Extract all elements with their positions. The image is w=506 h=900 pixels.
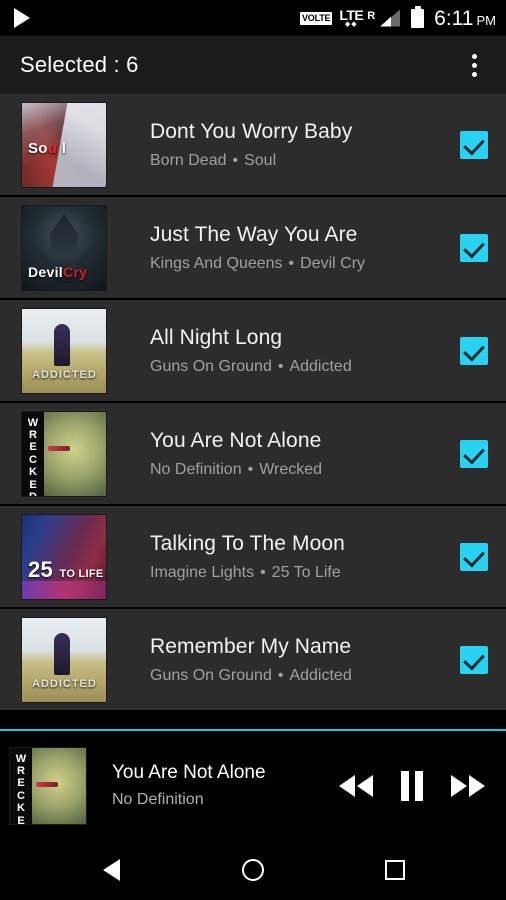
separator-dot: • (260, 563, 266, 581)
clock-ampm: PM (476, 12, 497, 28)
song-checkbox[interactable] (460, 439, 488, 468)
album-art: Sou l (22, 102, 106, 187)
song-album: Devil Cry (300, 254, 366, 272)
song-album: Soul (244, 151, 277, 169)
lte-label: LTE (339, 7, 364, 23)
song-album: Addicted (289, 666, 352, 684)
song-info: Remember My Name Guns On Ground • Addicted (106, 635, 454, 685)
now-playing-title: You Are Not Alone (112, 762, 266, 784)
home-circle-icon[interactable] (223, 840, 283, 900)
song-row[interactable]: 25 TO LIFE Talking To The Moon Imagine Lig… (0, 506, 506, 609)
separator-dot: • (277, 357, 284, 375)
song-artist: Imagine Lights (150, 563, 255, 581)
playback-controls (336, 770, 492, 802)
song-checkbox[interactable] (460, 542, 488, 571)
app-bar: Selected : 6 (0, 36, 506, 94)
album-art-label: ADDICTED (32, 368, 97, 381)
clock-time: 6:11 (434, 6, 474, 30)
song-info: Just The Way You Are Kings And Queens • Dev… (106, 223, 454, 273)
album-art: ADDICTED (22, 617, 106, 702)
pause-icon[interactable] (398, 770, 426, 802)
album-art-label: Sou l (28, 139, 67, 157)
song-subtitle: Born Dead • Soul (150, 152, 446, 170)
status-bar-clock: 6:11 PM (434, 8, 496, 29)
song-subtitle: Guns On Ground • Addicted (150, 667, 446, 685)
now-playing-album-art: W R E C K E D (10, 747, 86, 824)
signal-bars-icon (380, 9, 401, 27)
status-bar-right: VOLTE LTE ◆◆ R 6:11 PM (299, 5, 496, 29)
album-art: DevilCry (22, 205, 106, 290)
status-bar-left (14, 8, 30, 28)
volte-icon: VOLTE (299, 11, 333, 25)
fast-forward-icon[interactable] (448, 773, 488, 799)
page-title: Selected : 6 (20, 52, 139, 77)
more-vertical-icon[interactable] (456, 43, 492, 87)
song-artist: Born Dead (150, 151, 227, 169)
song-album: Addicted (289, 357, 352, 375)
song-artist: Kings And Queens (150, 254, 283, 272)
song-artist: No Definition (150, 460, 242, 478)
back-triangle-icon[interactable] (81, 840, 141, 900)
separator-dot: • (277, 666, 284, 684)
now-playing-artist: No Definition (112, 791, 204, 809)
song-row[interactable]: ADDICTED All Night Long Guns On Ground • Add… (0, 300, 506, 403)
song-row[interactable]: Sou l Dont You Worry Baby Born Dead • Soul (0, 94, 506, 197)
album-art-label: DevilCry (28, 263, 88, 280)
album-art: ADDICTED (22, 308, 106, 393)
separator-dot: • (288, 254, 295, 272)
song-artist: Guns On Ground (150, 357, 272, 375)
system-navigation-bar (0, 840, 506, 900)
song-subtitle: Imagine Lights • 25 To Life (150, 564, 446, 582)
song-row[interactable]: W R E C K E D You Are Not Alone No Definit… (0, 403, 506, 506)
song-subtitle: Guns On Ground • Addicted (150, 358, 446, 376)
album-art-label: W R E C K E D (27, 416, 39, 496)
now-playing-bar[interactable]: W R E C K E D You Are Not Alone No Defin… (0, 729, 506, 840)
rewind-icon[interactable] (336, 773, 376, 799)
song-row[interactable]: DevilCry Just The Way You Are Kings And Qu… (0, 197, 506, 300)
song-checkbox[interactable] (460, 233, 488, 262)
album-art-label: ADDICTED (32, 677, 97, 690)
song-info: Dont You Worry Baby Born Dead • Soul (106, 120, 454, 170)
song-row[interactable]: ADDICTED Remember My Name Guns On Ground • A… (0, 609, 506, 712)
song-album: Wrecked (259, 460, 323, 478)
song-title: You Are Not Alone (150, 428, 322, 452)
song-info: Talking To The Moon Imagine Lights • 25 To … (106, 532, 454, 582)
status-bar: VOLTE LTE ◆◆ R 6:11 PM (0, 0, 506, 36)
song-title: Talking To The Moon (150, 531, 345, 555)
now-playing-info: You Are Not Alone No Definition (86, 762, 336, 808)
song-title: Dont You Worry Baby (150, 119, 353, 143)
song-artist: Guns On Ground (150, 666, 272, 684)
album-art: 25 TO LIFE (22, 514, 106, 599)
song-title: Just The Way You Are (150, 222, 358, 246)
song-info: You Are Not Alone No Definition • Wrecked (106, 429, 454, 479)
play-icon (14, 8, 30, 28)
song-checkbox[interactable] (460, 336, 488, 365)
song-album: 25 To Life (271, 563, 341, 581)
phone-screen: VOLTE LTE ◆◆ R 6:11 PM Selected : 6 Sou … (0, 0, 506, 900)
song-checkbox[interactable] (460, 130, 488, 159)
song-list: Sou l Dont You Worry Baby Born Dead • Soul De… (0, 94, 506, 729)
battery-icon (411, 5, 425, 28)
song-subtitle: Kings And Queens • Devil Cry (150, 255, 446, 273)
song-checkbox[interactable] (460, 645, 488, 674)
song-subtitle: No Definition • Wrecked (150, 461, 446, 479)
now-playing-art-label: W R E C K E D (15, 752, 27, 824)
song-title: Remember My Name (150, 634, 352, 658)
separator-dot: • (232, 151, 239, 169)
album-art-label: 25 TO LIFE (28, 556, 104, 582)
lte-data-arrows-icon: ◆◆ (344, 21, 358, 28)
lte-icon: LTE ◆◆ (339, 8, 363, 28)
separator-dot: • (247, 460, 254, 478)
song-info: All Night Long Guns On Ground • Addicted (106, 326, 454, 376)
song-title: All Night Long (150, 325, 283, 349)
roaming-icon: R (367, 9, 376, 22)
recents-square-icon[interactable] (365, 840, 425, 900)
album-art: W R E C K E D (22, 411, 106, 496)
